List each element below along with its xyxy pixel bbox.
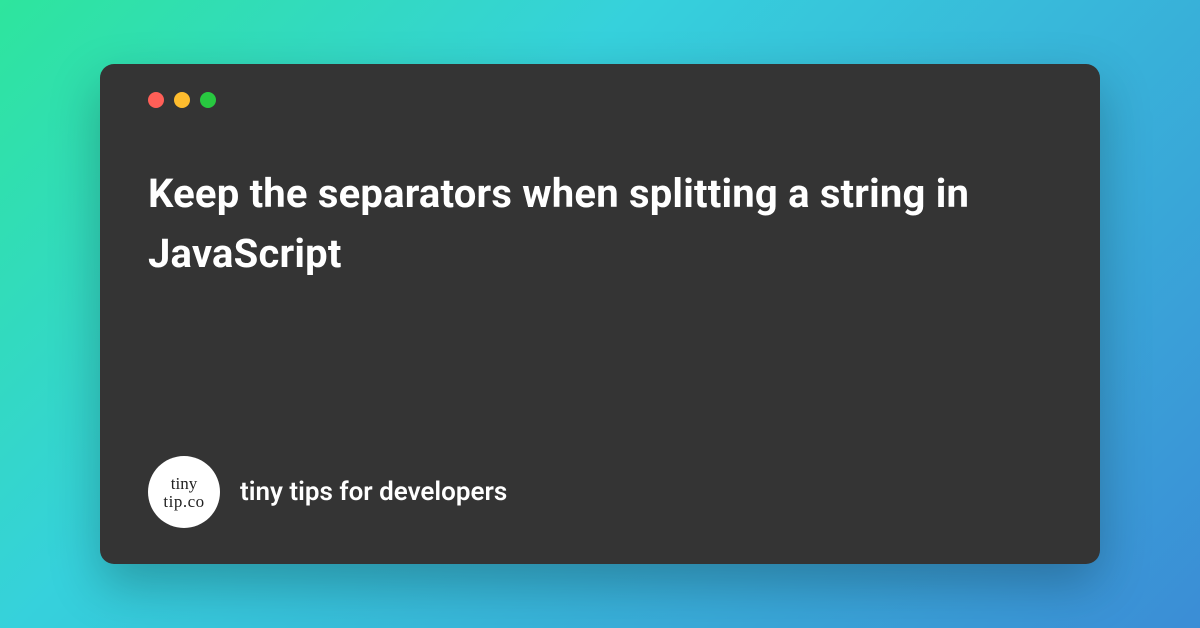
brand-tagline: tiny tips for developers [240,477,507,507]
logo-text-line2: tip.co [163,493,204,511]
window-controls [148,92,1052,108]
maximize-icon [200,92,216,108]
close-icon [148,92,164,108]
brand-logo: tiny tip.co [148,456,220,528]
logo-text-line1: tiny [171,475,197,493]
minimize-icon [174,92,190,108]
card-title: Keep the separators when splitting a str… [148,164,1052,284]
card-footer: tiny tip.co tiny tips for developers [148,456,1052,528]
card-window: Keep the separators when splitting a str… [100,64,1100,564]
